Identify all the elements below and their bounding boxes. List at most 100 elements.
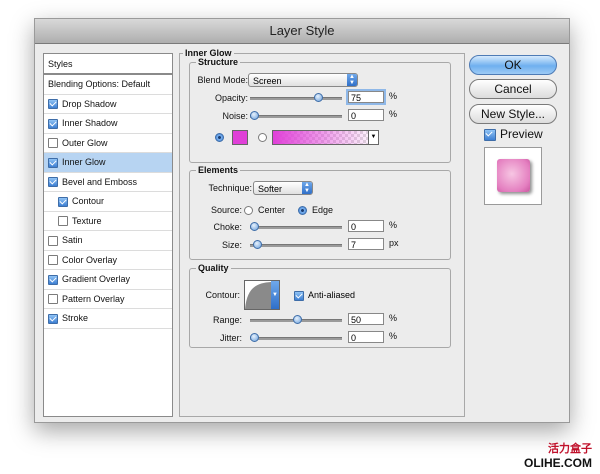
style-item-contour[interactable]: Contour [44, 192, 172, 212]
style-item-satin[interactable]: Satin [44, 231, 172, 251]
preview-checkbox[interactable]: Preview [484, 127, 543, 141]
style-item-label: Texture [72, 215, 102, 226]
checkbox-icon[interactable] [48, 274, 58, 285]
style-item-label: Pattern Overlay [62, 293, 125, 304]
style-item-gradient-overlay[interactable]: Gradient Overlay [44, 270, 172, 290]
style-item-inner-glow[interactable]: Inner Glow [44, 153, 172, 173]
cancel-button[interactable]: Cancel [469, 79, 557, 99]
window-title: Layer Style [35, 19, 569, 44]
glow-color-swatch[interactable] [232, 130, 248, 145]
elements-title: Elements [196, 165, 241, 175]
checkbox-icon [484, 128, 496, 141]
size-input[interactable]: 7 [348, 238, 384, 250]
blend-mode-value: Screen [253, 76, 282, 86]
source-center-radio[interactable] [244, 206, 253, 215]
checkbox-icon[interactable] [48, 177, 58, 188]
jitter-input[interactable]: 0 [348, 331, 384, 343]
style-item-color-overlay[interactable]: Color Overlay [44, 251, 172, 270]
checkbox-icon[interactable] [48, 99, 58, 110]
style-item-label: Outer Glow [62, 137, 108, 148]
contour-picker[interactable]: ▼ [244, 280, 280, 310]
watermark-line1: 活力盒子 [548, 443, 592, 455]
opacity-slider-thumb[interactable] [313, 93, 323, 102]
style-item-label: Inner Shadow [62, 118, 118, 128]
opacity-slider-track[interactable] [250, 97, 342, 100]
range-label: Range: [212, 315, 242, 325]
style-item-texture[interactable]: Texture [44, 212, 172, 231]
blend-mode-label: Blend Mode: [197, 75, 248, 85]
range-unit: % [389, 313, 398, 323]
ok-button[interactable]: OK [469, 55, 557, 75]
checkbox-icon[interactable] [48, 118, 58, 129]
noise-unit: % [389, 109, 398, 119]
style-item-label: Color Overlay [62, 254, 118, 265]
gradient-dropdown-arrow-icon[interactable]: ▼ [368, 130, 379, 145]
quality-title: Quality [196, 263, 231, 273]
opacity-input[interactable]: 75 [348, 91, 384, 103]
jitter-slider-thumb[interactable] [250, 333, 259, 342]
size-unit: px [389, 238, 399, 248]
range-input[interactable]: 50 [348, 313, 384, 325]
size-slider-track[interactable] [250, 244, 342, 247]
glow-gradient-picker[interactable] [272, 130, 378, 145]
style-preview-swatch [484, 147, 542, 205]
noise-slider-thumb[interactable] [250, 111, 259, 120]
contour-dropdown-arrow-icon: ▼ [271, 281, 279, 309]
opacity-label: Opacity: [214, 93, 248, 103]
noise-input[interactable]: 0 [348, 109, 384, 121]
source-edge-radio[interactable] [298, 206, 307, 215]
style-item-outer-glow[interactable]: Outer Glow [44, 134, 172, 153]
noise-slider-track[interactable] [250, 115, 342, 118]
preview-thumbnail [497, 159, 530, 192]
style-item-label: Blending Options: Default [48, 79, 151, 89]
style-item-drop-shadow[interactable]: Drop Shadow [44, 95, 172, 114]
technique-label: Technique: [208, 183, 252, 193]
solid-color-radio[interactable] [215, 133, 224, 142]
technique-select[interactable]: Softer ▲ ▼ [253, 181, 313, 195]
choke-label: Choke: [213, 222, 242, 232]
styles-list: Styles Blending Options: Default Drop Sha… [43, 53, 173, 417]
blend-mode-select[interactable]: Screen ▲ ▼ [248, 73, 358, 87]
popup-arrows-icon: ▲ ▼ [302, 182, 312, 194]
watermark: 活力盒子 OLIHE.COM [524, 440, 592, 470]
anti-aliased-label: Anti-aliased [308, 290, 356, 300]
style-item-inner-shadow[interactable]: Inner Shadow [44, 114, 172, 134]
style-item-pattern-overlay[interactable]: Pattern Overlay [44, 290, 172, 309]
checkbox-icon[interactable] [58, 196, 68, 207]
style-item-stroke[interactable]: Stroke [44, 309, 172, 329]
jitter-slider-track[interactable] [250, 337, 342, 340]
contour-label: Contour: [205, 290, 240, 300]
watermark-line2: OLIHE.COM [524, 456, 592, 470]
styles-header[interactable]: Styles [44, 54, 172, 75]
style-item-label: Contour [72, 196, 105, 206]
source-label: Source: [210, 205, 242, 215]
new-style-button[interactable]: New Style... [469, 104, 557, 124]
range-slider-thumb[interactable] [292, 315, 302, 324]
jitter-unit: % [389, 331, 398, 341]
style-item-label: Bevel and Emboss [62, 176, 138, 187]
popup-arrows-icon: ▲ ▼ [347, 74, 357, 86]
choke-slider-thumb[interactable] [250, 222, 259, 231]
size-label: Size: [221, 240, 242, 250]
checkbox-icon[interactable] [48, 235, 58, 246]
source-edge-label: Edge [312, 205, 334, 215]
checkbox-icon[interactable] [48, 157, 58, 168]
checkbox-icon[interactable] [48, 138, 58, 149]
choke-slider-track[interactable] [250, 226, 342, 229]
size-slider-thumb[interactable] [252, 240, 262, 249]
anti-aliased-checkbox[interactable]: Anti-aliased [294, 290, 355, 301]
technique-value: Softer [258, 184, 283, 194]
gradient-radio[interactable] [258, 133, 267, 142]
style-item-blending-options-default[interactable]: Blending Options: Default [44, 75, 172, 95]
style-item-bevel-and-emboss[interactable]: Bevel and Emboss [44, 173, 172, 192]
style-item-label: Stroke [62, 313, 89, 323]
checkbox-icon[interactable] [48, 313, 58, 324]
checkbox-icon[interactable] [58, 216, 68, 227]
checkbox-icon[interactable] [48, 294, 58, 305]
style-item-label: Gradient Overlay [62, 274, 131, 284]
checkbox-icon[interactable] [48, 255, 58, 266]
structure-title: Structure [196, 57, 241, 67]
jitter-label: Jitter: [219, 333, 242, 343]
choke-input[interactable]: 0 [348, 220, 384, 232]
choke-unit: % [389, 220, 398, 230]
